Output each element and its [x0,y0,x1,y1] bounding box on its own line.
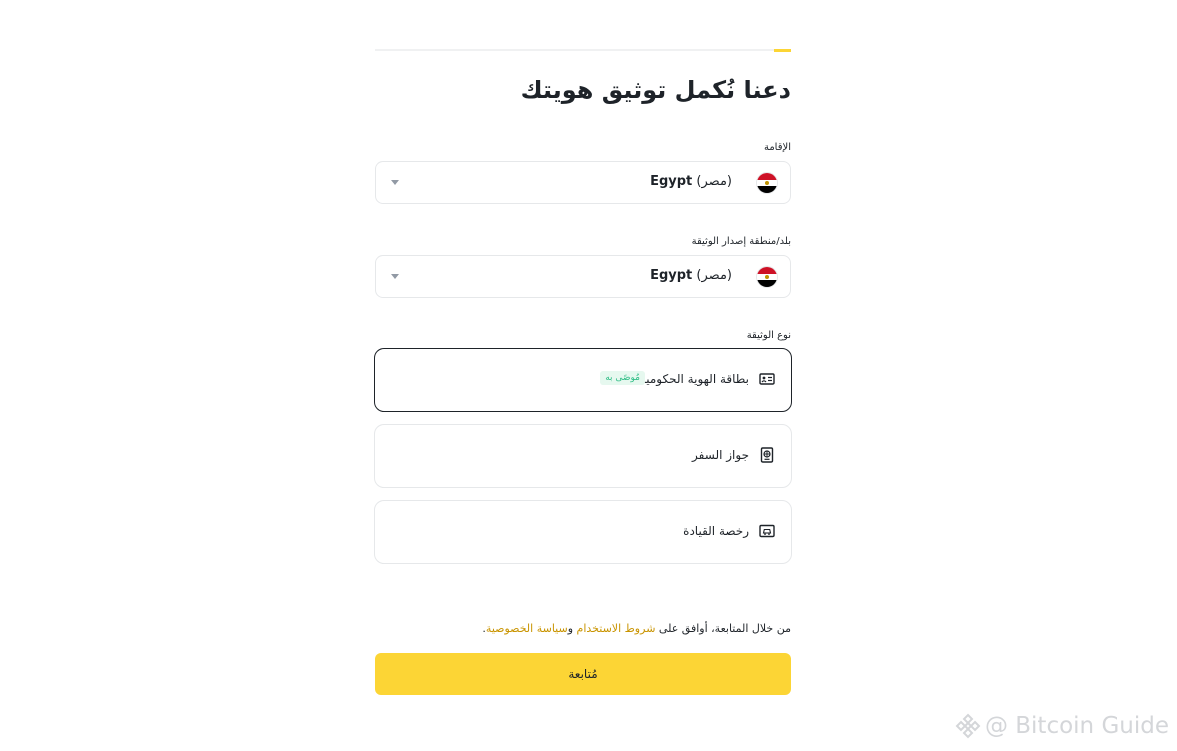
residence-value-ar: (مصر) [696,174,732,189]
watermark-text: @ Bitcoin Guide [984,713,1169,739]
doc-option-label: جواز السفر [692,448,749,462]
id-card-icon [759,373,775,385]
progress-fill [774,49,791,52]
chevron-down-icon [391,180,399,185]
residence-value: Egypt (مصر) [650,174,732,189]
page-title: دعنا نُكمل توثيق هويتك [520,76,791,104]
terms-of-use-link[interactable]: شروط الاستخدام [577,622,656,635]
issuing-country-value-ar: (مصر) [696,268,732,283]
doc-option-passport[interactable]: جواز السفر [374,424,792,488]
chevron-down-icon [391,274,399,279]
kyc-page: دعنا نُكمل توثيق هويتك الإقامة Egypt (مص… [0,0,1177,751]
doc-option-drivers-license[interactable]: رخصة القيادة [374,500,792,564]
terms-prefix: من خلال المتابعة، أوافق على [655,622,791,635]
watermark: @ Bitcoin Guide [955,710,1169,742]
residence-value-en: Egypt [650,174,693,189]
doc-option-label: بطاقة الهوية الحكومية [639,372,749,386]
residence-label: الإقامة [763,142,791,153]
doc-option-label: رخصة القيادة [683,524,749,538]
doc-option-id-card[interactable]: بطاقة الهوية الحكومية مُوصًى به [374,348,792,412]
issuing-country-value: Egypt (مصر) [650,268,732,283]
terms-conjunction: و [567,622,577,635]
issuing-country-value-en: Egypt [650,268,693,283]
continue-button[interactable]: مُتابعة [375,653,791,695]
issuing-country-select[interactable]: Egypt (مصر) [375,255,791,298]
residence-select[interactable]: Egypt (مصر) [375,161,791,204]
document-type-label: نوع الوثيقة [746,330,791,341]
recommended-badge: مُوصًى به [600,371,645,385]
terms-notice: من خلال المتابعة، أوافق على شروط الاستخد… [375,622,791,635]
issuing-country-label: بلد/منطقة إصدار الوثيقة [691,236,791,247]
drivers-license-icon [759,524,775,538]
privacy-policy-link[interactable]: سياسة الخصوصية [486,622,568,635]
binance-logo-icon [955,713,981,739]
progress-track [375,49,791,52]
egypt-flag-icon [756,266,778,288]
passport-icon [760,447,774,463]
egypt-flag-icon [756,172,778,194]
